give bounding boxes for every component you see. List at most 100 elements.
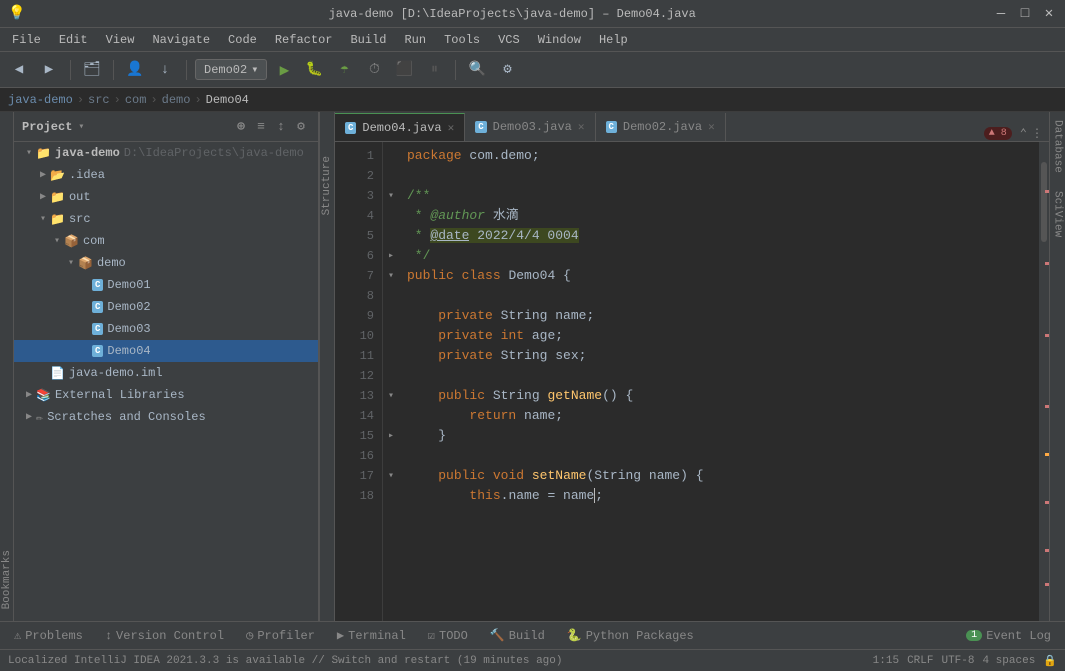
- structure-label[interactable]: Structure: [321, 152, 333, 219]
- tab-close-button[interactable]: ✕: [708, 120, 715, 134]
- encoding[interactable]: UTF-8: [941, 655, 974, 667]
- problems-tab[interactable]: ⚠ Problems: [4, 624, 93, 648]
- more-tabs-button[interactable]: ⋮: [1031, 126, 1043, 141]
- breadcrumb-demo[interactable]: demo: [162, 93, 191, 107]
- run-config-selector[interactable]: Demo02 ▾: [195, 59, 267, 80]
- tree-item-demo04[interactable]: C Demo04: [14, 340, 318, 362]
- event-log-badge: 1: [966, 630, 982, 641]
- vertical-scrollbar[interactable]: [1039, 142, 1049, 621]
- bookmarks-label[interactable]: Bookmarks: [1, 546, 13, 613]
- expand-arrow: ▶: [22, 389, 36, 401]
- collapse-all-button[interactable]: ≡: [252, 118, 270, 136]
- tab-close-button[interactable]: ✕: [448, 121, 455, 135]
- stop-button[interactable]: ⬛: [391, 57, 417, 83]
- suspend-button[interactable]: ⏸: [421, 57, 447, 83]
- run-with-coverage-button[interactable]: ☂: [331, 57, 357, 83]
- terminal-tab[interactable]: ▶ Terminal: [327, 624, 416, 648]
- breadcrumb-src[interactable]: src: [88, 93, 110, 107]
- search-everywhere-button[interactable]: 🔍: [464, 57, 490, 83]
- settings-button[interactable]: ⚙: [494, 57, 520, 83]
- gear-icon[interactable]: ⚙: [292, 118, 310, 136]
- sort-button[interactable]: ↕: [272, 118, 290, 136]
- tab-demo04[interactable]: C Demo04.java ✕: [335, 113, 465, 141]
- user-icon[interactable]: 👤: [122, 57, 148, 83]
- build-tab[interactable]: 🔨 Build: [480, 624, 555, 648]
- todo-tab[interactable]: ☑ TODO: [418, 624, 478, 648]
- cursor-position[interactable]: 1:15: [873, 655, 899, 667]
- fold-arrow-17[interactable]: ▾: [383, 466, 399, 486]
- expand-errors-button[interactable]: ⌃: [1020, 126, 1027, 141]
- breadcrumb-demo04[interactable]: Demo04: [206, 93, 249, 107]
- python-packages-tab[interactable]: 🐍 Python Packages: [557, 624, 704, 648]
- expand-arrow: ▾: [22, 147, 36, 159]
- profile-button[interactable]: ⏱: [361, 57, 387, 83]
- profiler-tab[interactable]: ◷ Profiler: [236, 624, 325, 648]
- gutter: ▾ ▸ ▾ ▾ ▸ ▾: [383, 142, 399, 621]
- java-class-icon: C: [345, 122, 356, 134]
- tree-item-demo[interactable]: ▾ 📦 demo: [14, 252, 318, 274]
- minimize-button[interactable]: —: [993, 6, 1009, 22]
- menu-help[interactable]: Help: [591, 31, 636, 49]
- line-separator[interactable]: CRLF: [907, 655, 933, 667]
- fold-arrow-3[interactable]: ▾: [383, 186, 399, 206]
- run-button[interactable]: ▶: [271, 57, 297, 83]
- fold-arrow-6[interactable]: ▸: [383, 246, 399, 266]
- event-log-tab[interactable]: 1 Event Log: [956, 624, 1061, 648]
- maximize-button[interactable]: □: [1017, 6, 1033, 22]
- expand-arrow: ▾: [64, 257, 78, 269]
- warning-icon: ⚠: [14, 628, 21, 643]
- breadcrumb-javademo[interactable]: java-demo: [8, 93, 73, 107]
- java-class-icon: C: [92, 279, 103, 291]
- version-control-tab[interactable]: ↕ Version Control: [95, 624, 234, 648]
- locate-button[interactable]: ⊕: [232, 118, 250, 136]
- vcs-update-button[interactable]: ↓: [152, 57, 178, 83]
- menu-navigate[interactable]: Navigate: [144, 31, 218, 49]
- recent-files-button[interactable]: 🗂: [79, 57, 105, 83]
- menu-code[interactable]: Code: [220, 31, 265, 49]
- fold-arrow-15[interactable]: ▸: [383, 426, 399, 446]
- tree-item-scratches[interactable]: ▶ ✏ Scratches and Consoles: [14, 406, 318, 428]
- tab-close-button[interactable]: ✕: [578, 120, 585, 134]
- menu-window[interactable]: Window: [530, 31, 589, 49]
- lock-icon: 🔒: [1043, 654, 1057, 668]
- profiler-icon: ◷: [246, 628, 253, 643]
- forward-button[interactable]: ▶: [36, 57, 62, 83]
- menu-tools[interactable]: Tools: [436, 31, 488, 49]
- menu-run[interactable]: Run: [396, 31, 434, 49]
- main-area: Bookmarks Project ▾ ⊕ ≡ ↕ ⚙ ▾ 📁 java-dem…: [0, 112, 1065, 621]
- breadcrumb-sep-4: ›: [194, 93, 201, 107]
- menu-refactor[interactable]: Refactor: [267, 31, 341, 49]
- tree-item-javademo[interactable]: ▾ 📁 java-demo D:\IdeaProjects\java-demo: [14, 142, 318, 164]
- toolbar-sep-3: [186, 60, 187, 80]
- breadcrumb-com[interactable]: com: [125, 93, 147, 107]
- bottom-tabs: ⚠ Problems ↕ Version Control ◷ Profiler …: [0, 621, 1065, 649]
- code-area: 1 2 3 4 5 6 7 8 9 10 11 12 13 14 15 16 1…: [335, 142, 1049, 621]
- menu-build[interactable]: Build: [342, 31, 394, 49]
- tree-item-external-libs[interactable]: ▶ 📚 External Libraries: [14, 384, 318, 406]
- expand-arrow: ▶: [22, 411, 36, 423]
- database-tab[interactable]: Database: [1050, 112, 1065, 181]
- tab-demo03[interactable]: C Demo03.java ✕: [465, 113, 595, 141]
- tree-item-demo01[interactable]: C Demo01: [14, 274, 318, 296]
- close-button[interactable]: ✕: [1041, 6, 1057, 22]
- tree-item-out[interactable]: ▶ 📁 out: [14, 186, 318, 208]
- tree-item-iml[interactable]: 📄 java-demo.iml: [14, 362, 318, 384]
- tree-item-com[interactable]: ▾ 📦 com: [14, 230, 318, 252]
- indent-setting[interactable]: 4 spaces: [982, 655, 1035, 667]
- sciview-tab[interactable]: SciView: [1050, 183, 1065, 245]
- back-button[interactable]: ◀: [6, 57, 32, 83]
- menu-edit[interactable]: Edit: [51, 31, 96, 49]
- menu-file[interactable]: File: [4, 31, 49, 49]
- debug-button[interactable]: 🐛: [301, 57, 327, 83]
- fold-arrow-13[interactable]: ▾: [383, 386, 399, 406]
- tab-demo02[interactable]: C Demo02.java ✕: [596, 113, 726, 141]
- tree-item-idea[interactable]: ▶ 📂 .idea: [14, 164, 318, 186]
- fold-arrow-7[interactable]: ▾: [383, 266, 399, 286]
- menu-vcs[interactable]: VCS: [490, 31, 528, 49]
- tree-item-demo02[interactable]: C Demo02: [14, 296, 318, 318]
- menu-view[interactable]: View: [98, 31, 143, 49]
- tree-item-demo03[interactable]: C Demo03: [14, 318, 318, 340]
- tab-label: Demo04.java: [362, 121, 441, 135]
- tree-item-src[interactable]: ▾ 📁 src: [14, 208, 318, 230]
- code-editor[interactable]: package com.demo; /** * @author 水滴 * @da…: [399, 142, 1039, 621]
